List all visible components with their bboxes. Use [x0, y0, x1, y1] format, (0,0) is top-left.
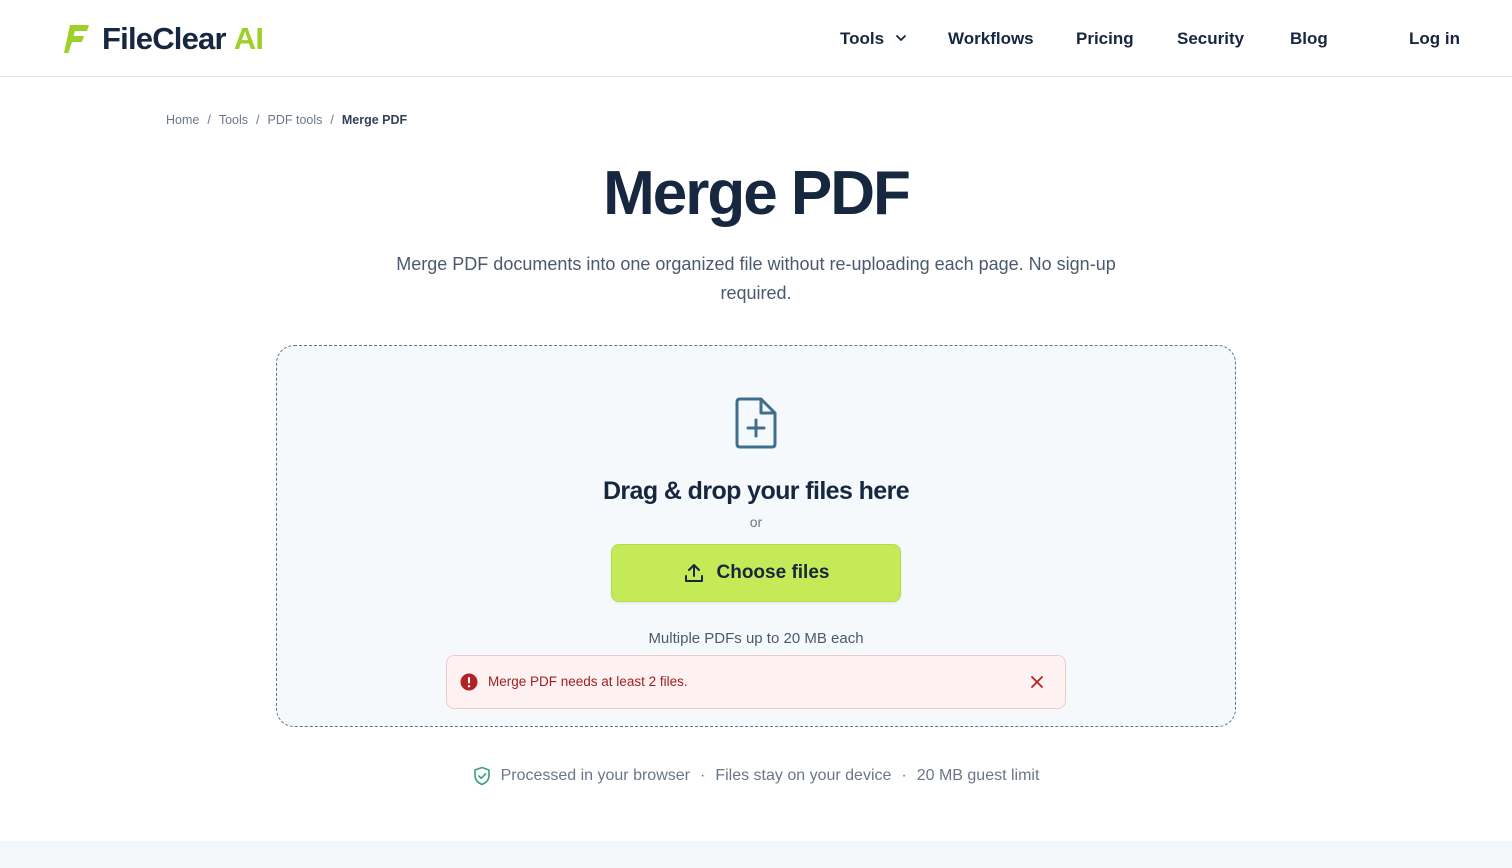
nav-workflows[interactable]: Workflows — [948, 27, 1034, 51]
error-alert: Merge PDF needs at least 2 files. — [446, 655, 1066, 709]
breadcrumb-tools[interactable]: Tools — [219, 112, 248, 128]
page-subtitle: Merge PDF documents into one organized f… — [396, 254, 1116, 303]
breadcrumb-home[interactable]: Home — [166, 112, 199, 128]
nav-blog[interactable]: Blog — [1290, 27, 1328, 51]
breadcrumb-current: Merge PDF — [341, 113, 408, 127]
site-header: FileClear AI Tools Workflows Pricing Sec… — [0, 0, 1512, 77]
shield-check-icon — [473, 766, 490, 786]
trust-item-browser: Processed in your browser — [500, 767, 690, 784]
alert-circle-icon — [460, 673, 478, 691]
trust-item-device: Files stay on your device — [715, 767, 892, 784]
breadcrumb: Home / Tools / PDF tools / Merge PDF — [166, 112, 407, 128]
nav-tools-label: Tools — [840, 29, 885, 48]
page-title: Merge PDF — [603, 159, 911, 228]
trust-row: Processed in your browser · Files stay o… — [0, 764, 1512, 788]
breadcrumb-pdf-tools[interactable]: PDF tools — [268, 112, 323, 128]
breadcrumb-separator: / — [256, 113, 260, 127]
close-icon[interactable] — [1027, 672, 1047, 692]
login-link[interactable]: Log in — [1409, 27, 1460, 51]
nav-security[interactable]: Security — [1177, 27, 1244, 51]
nav-tools[interactable]: Tools — [840, 27, 907, 51]
nav-pricing[interactable]: Pricing — [1076, 27, 1134, 51]
breadcrumb-separator: / — [207, 113, 211, 127]
file-plus-icon — [735, 397, 777, 449]
choose-files-button[interactable]: Choose files — [611, 544, 901, 602]
chevron-down-icon — [895, 34, 906, 41]
file-dropzone[interactable]: Drag & drop your files here or Choose fi… — [276, 345, 1236, 727]
dropzone-or: or — [749, 514, 763, 530]
error-message: Merge PDF needs at least 2 files. — [488, 674, 688, 689]
main-nav: Tools Workflows Pricing Security Blog Lo… — [0, 27, 1512, 51]
trust-separator: · — [699, 767, 706, 784]
trust-item-limit: 20 MB guest limit — [916, 767, 1040, 784]
choose-files-label: Choose files — [716, 562, 830, 583]
upload-icon — [684, 564, 703, 582]
breadcrumb-separator: / — [330, 113, 334, 127]
trust-separator: · — [901, 767, 907, 784]
dropzone-title: Drag & drop your files here — [602, 477, 910, 505]
next-section-band — [0, 841, 1512, 868]
file-limit-note: Multiple PDFs up to 20 MB each — [648, 630, 864, 647]
